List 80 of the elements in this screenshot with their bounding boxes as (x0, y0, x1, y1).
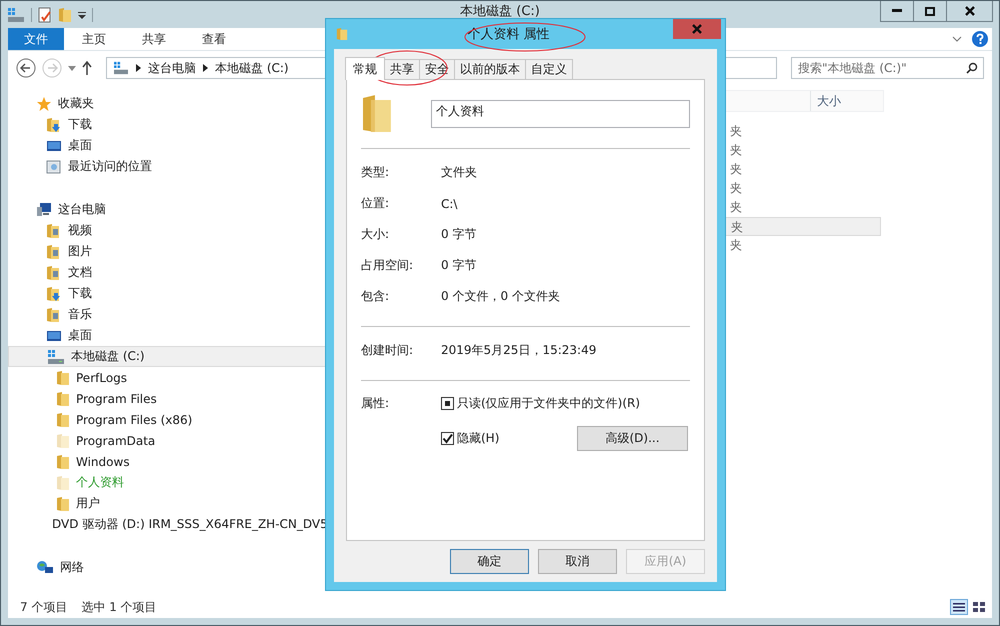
folder-icon (56, 412, 70, 428)
chevron-icon (203, 64, 208, 72)
property-label: 占用空间: (361, 257, 414, 274)
nav-item[interactable]: PerfLogs (8, 367, 326, 388)
checkbox[interactable]: 隐藏(H) (441, 430, 500, 447)
folder-icon (336, 27, 348, 41)
nav-item[interactable]: Program Files (8, 388, 326, 409)
dialog-button[interactable]: 取消 (538, 549, 617, 574)
nav-item[interactable]: 这台电脑 (8, 199, 326, 220)
checkbox[interactable]: 只读(仅应用于文件夹中的文件)(R) (441, 395, 640, 412)
folder-icon (56, 496, 70, 512)
dialog-tab[interactable]: 自定义 (525, 59, 573, 79)
ribbon-tab[interactable]: 文件 (8, 28, 64, 50)
properties-icon[interactable] (38, 6, 52, 22)
library-folder-icon (46, 222, 62, 238)
folder-icon (56, 454, 70, 470)
dropdown-icon[interactable] (78, 10, 86, 18)
close-icon (692, 24, 702, 34)
folder-icon (361, 94, 393, 134)
details-view-icon[interactable] (950, 599, 968, 615)
status-text: 选中 1 个项目 (81, 598, 157, 616)
folder-icon (56, 370, 70, 386)
name-field[interactable]: 个人资料 (430, 100, 690, 128)
nav-item[interactable]: 个人资料 (8, 472, 326, 493)
close-icon (964, 6, 974, 16)
property-value: 0 字节 (441, 257, 476, 274)
dialog-button[interactable]: 确定 (450, 549, 529, 574)
folder-icon (56, 432, 70, 448)
property-label: 类型: (361, 164, 390, 181)
maximize-icon (925, 6, 935, 16)
column-header[interactable]: 大小 (811, 91, 847, 111)
property-value: C:\ (441, 196, 458, 210)
property-value: 文件夹 (441, 164, 477, 181)
back-button[interactable] (16, 58, 36, 78)
ribbon-tab[interactable]: 查看 (184, 28, 244, 50)
star-icon (36, 96, 52, 112)
nav-item[interactable]: ProgramData (8, 430, 326, 451)
chevron-icon (136, 64, 141, 72)
tiles-view-icon[interactable] (970, 599, 988, 615)
property-value: 0 个文件，0 个文件夹 (441, 288, 560, 305)
library-folder-icon (46, 306, 62, 322)
search-icon (966, 62, 978, 74)
property-value: 2019年5月25日，15:23:49 (441, 342, 596, 359)
nav-item[interactable]: Program Files (x86) (8, 409, 326, 430)
chevron-icon[interactable] (952, 36, 962, 42)
download-folder-icon (46, 116, 62, 132)
network-icon (36, 560, 54, 576)
property-label: 创建时间: (361, 342, 414, 359)
nav-item[interactable]: DVD 驱动器 (D:) IRM_SSS_X64FRE_ZH-CN_DV5 (8, 514, 326, 535)
property-value: 0 字节 (441, 226, 476, 243)
property-label: 位置: (361, 195, 390, 212)
search-field[interactable]: 搜索"本地磁盘 (C:)" (791, 57, 984, 79)
property-label: 大小: (361, 226, 390, 243)
library-folder-icon (46, 244, 62, 260)
status-text: 7 个项目 (20, 598, 68, 616)
nav-item[interactable]: Windows (8, 451, 326, 472)
ribbon-tab[interactable]: 主页 (64, 28, 124, 50)
download-folder-icon (46, 286, 62, 302)
property-label: 属性: (361, 395, 390, 412)
nav-item[interactable]: 用户 (8, 493, 326, 514)
recent-places-icon (46, 158, 62, 174)
drive-icon (113, 61, 129, 75)
folder-icon (56, 390, 70, 406)
nav-item[interactable]: 本地磁盘 (C:) (8, 346, 326, 367)
library-folder-icon (46, 264, 62, 280)
nav-item[interactable]: 收藏夹 (8, 93, 326, 114)
property-label: 包含: (361, 288, 390, 305)
ribbon-tab[interactable]: 共享 (124, 28, 184, 50)
window-title: 本地磁盘 (C:) (460, 4, 540, 19)
drive-icon (47, 348, 65, 364)
minimize-icon (892, 9, 902, 13)
nav-item[interactable]: 最近访问的位置 (8, 156, 326, 177)
up-arrow-icon[interactable] (82, 61, 92, 75)
advanced-button[interactable]: 高级(D)... (577, 426, 688, 451)
dialog-tab[interactable]: 常规 (345, 57, 385, 80)
computer-icon (36, 202, 52, 218)
breadcrumb[interactable]: 这台电脑 (148, 60, 196, 76)
breadcrumb[interactable]: 本地磁盘 (C:) (215, 60, 289, 76)
help-icon[interactable] (972, 31, 988, 47)
folder-icon (56, 474, 70, 490)
